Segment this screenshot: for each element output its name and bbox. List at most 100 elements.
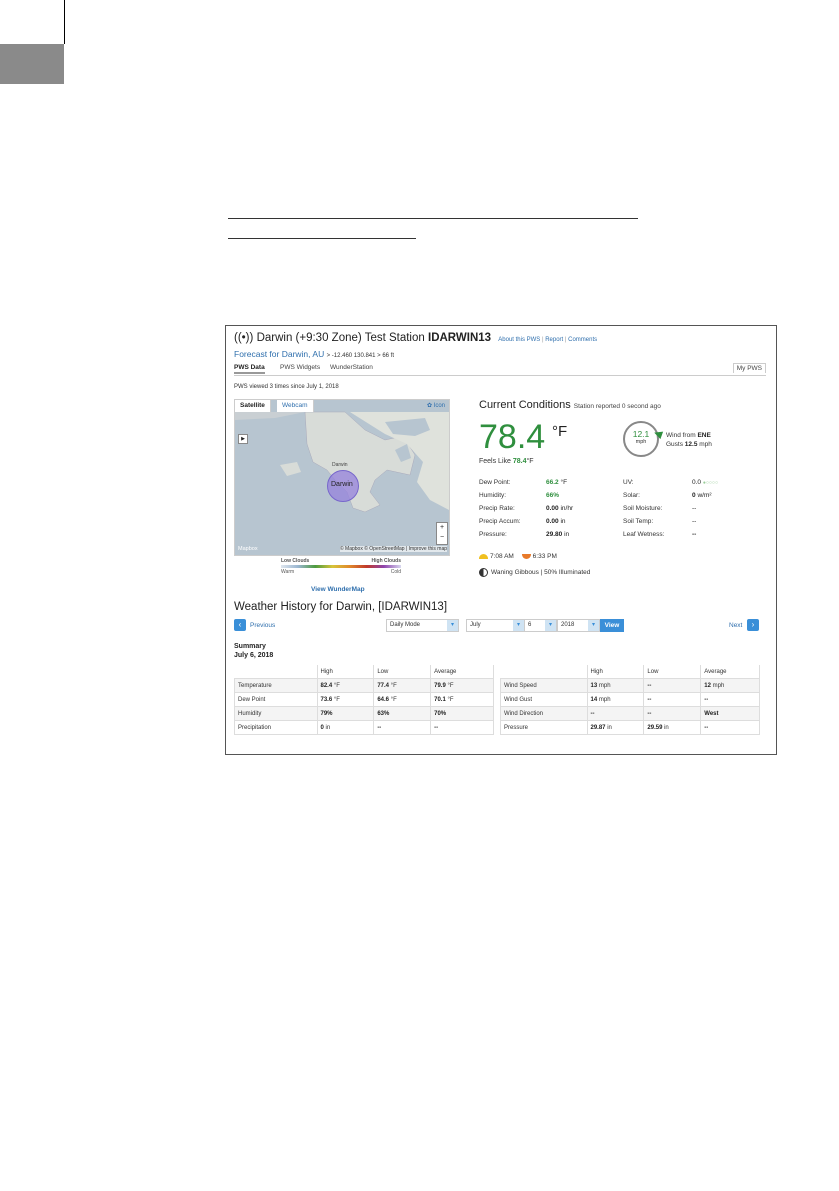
tab-wunderstation[interactable]: WunderStation	[330, 364, 373, 371]
chevron-left-icon: ‹	[238, 620, 242, 629]
stat-value-precip-accum: 0.00 in	[546, 518, 566, 525]
col-low: Low	[373, 665, 432, 679]
stat-label-precip-accum: Precip Accum:	[479, 518, 521, 525]
view-count-text: PWS viewed 3 times since July 1, 2018	[234, 384, 339, 390]
month-select[interactable]: July ▾	[466, 619, 525, 632]
stat-label-pressure: Pressure:	[479, 531, 507, 538]
summary-date: July 6, 2018	[234, 652, 274, 659]
about-pws-link[interactable]: About this PWS	[498, 337, 540, 343]
table-row: Dew Point 73.6 °F 64.6 °F 70.1 °F	[234, 692, 494, 707]
stat-value-precip-rate: 0.00 in/hr	[546, 505, 574, 512]
view-wundermap-link[interactable]: View WunderMap	[311, 586, 365, 593]
col-high: High	[586, 665, 645, 679]
station-title: ((•)) Darwin (+9:30 Zone) Test Station I…	[234, 332, 598, 344]
sunset-time: 6:33 PM	[532, 553, 557, 560]
zoom-control: + −	[436, 522, 448, 545]
map-attribution-left: Mapbox	[238, 546, 258, 552]
wind-from-label: Wind from	[666, 432, 696, 439]
table-row: Humidity 79% 63% 70%	[234, 706, 494, 721]
year-select[interactable]: 2018 ▾	[557, 619, 600, 632]
moon-phase: Waning Gibbous | 50% Illuminated	[479, 568, 590, 577]
col-low: Low	[643, 665, 702, 679]
legend-cold: Cold	[390, 569, 401, 575]
temperature-unit: °F	[552, 423, 568, 440]
moon-phase-icon	[479, 568, 488, 577]
legend-warm: Warm	[281, 569, 295, 575]
my-pws-tab[interactable]: My PWS	[732, 363, 766, 373]
sunset-icon	[521, 553, 531, 559]
stat-value-pressure: 29.80 in	[546, 531, 570, 538]
pws-screenshot: ((•)) Darwin (+9:30 Zone) Test Station I…	[225, 325, 777, 755]
map-icon-link[interactable]: ✿ Icon	[427, 402, 445, 409]
previous-button[interactable]: ‹	[234, 619, 246, 631]
zoom-out-button[interactable]: −	[437, 533, 447, 543]
pws-tabs: PWS Data PWS Widgets WunderStation My PW…	[234, 363, 766, 376]
stat-value-dew-point: 66.2 °F	[546, 479, 568, 486]
sunrise-time: 7:08 AM	[490, 553, 514, 560]
stat-label-leaf-wetness: Leaf Wetness:	[623, 531, 665, 538]
chevron-right-icon: ›	[751, 620, 755, 629]
day-select[interactable]: 6 ▾	[524, 619, 557, 632]
stat-value-humidity: 66%	[546, 492, 560, 499]
table-row: Wind Direction -- -- West	[500, 706, 760, 721]
station-id: IDARWIN13	[428, 332, 492, 344]
station-name: Darwin (+9:30 Zone) Test Station	[256, 332, 425, 344]
stat-label-dew-point: Dew Point:	[479, 479, 511, 486]
col-high: High	[316, 665, 375, 679]
stat-label-soil-temp: Soil Temp:	[623, 518, 654, 525]
current-conditions-title: Current Conditions Station reported 0 se…	[479, 399, 661, 411]
table-row: Precipitation 0 in -- --	[234, 720, 494, 735]
gusts-label: Gusts	[666, 441, 683, 448]
table-row: Pressure 29.87 in 29.59 in --	[500, 720, 760, 735]
history-table-right: High Low Average Wind Speed 13 mph -- 12…	[500, 665, 760, 735]
broadcast-icon: ((•))	[234, 332, 254, 344]
wind-gauge: 12.1 mph	[623, 421, 659, 457]
play-button[interactable]: ▶	[238, 434, 248, 444]
next-link[interactable]: Next	[729, 622, 742, 629]
blank-line-1	[228, 218, 638, 219]
chevron-down-icon: ▾	[513, 620, 524, 631]
page-tab-marker	[0, 44, 64, 84]
stat-label-uv: UV:	[623, 479, 634, 486]
station-map[interactable]: Darwin Satellite Webcam ✿ Icon ▶ Darwin …	[234, 399, 450, 556]
report-link[interactable]: Report	[545, 337, 563, 343]
zoom-in-button[interactable]: +	[437, 523, 447, 533]
sunrise-icon	[479, 553, 488, 559]
map-tab-satellite[interactable]: Satellite	[235, 400, 271, 412]
comments-link[interactable]: Comments	[568, 337, 597, 343]
station-marker-label: Darwin	[331, 481, 353, 488]
svg-text:Darwin: Darwin	[332, 462, 348, 468]
stat-value-solar: 0 w/m²	[692, 492, 712, 499]
map-attribution-right[interactable]: © Mapbox © OpenStreetMap | Improve this …	[339, 546, 447, 552]
previous-link[interactable]: Previous	[250, 622, 275, 629]
summary-heading: Summary July 6, 2018	[234, 642, 273, 660]
station-coords: > -12.460 130.841 > 66 ft	[326, 353, 394, 359]
map-tab-webcam[interactable]: Webcam	[277, 400, 314, 412]
gusts-value: 12.5	[684, 441, 698, 448]
current-temperature: 78.4	[479, 418, 546, 456]
gusts-unit: mph	[699, 441, 712, 448]
stat-label-soil-moisture: Soil Moisture:	[623, 505, 663, 512]
stat-value-leaf-wetness: --	[692, 531, 697, 538]
stat-value-soil-moisture: --	[692, 505, 697, 512]
forecast-link[interactable]: Forecast for Darwin, AU	[234, 349, 324, 359]
wind-speed: 12.1	[632, 429, 650, 439]
uv-scale-icon: ●○○○○	[702, 480, 718, 486]
crop-mark-top	[64, 0, 65, 44]
table-row: Temperature 82.4 °F 77.4 °F 79.9 °F	[234, 678, 494, 693]
blank-line-2	[228, 238, 416, 239]
history-table-left: High Low Average Temperature 82.4 °F 77.…	[234, 665, 494, 735]
view-button[interactable]: View	[600, 619, 624, 632]
feels-like-unit: °F	[526, 458, 534, 465]
tab-pws-widgets[interactable]: PWS Widgets	[280, 364, 320, 371]
mode-select[interactable]: Daily Mode ▾	[386, 619, 459, 632]
moon-phase-text: Waning Gibbous | 50% Illuminated	[491, 569, 591, 577]
sun-times: 7:08 AM 6:33 PM	[479, 553, 557, 560]
wind-summary: Wind from ENE Gusts 12.5 mph	[666, 431, 712, 449]
feels-like-value: 78.4	[512, 458, 527, 465]
tab-pws-data[interactable]: PWS Data	[234, 364, 265, 374]
next-button[interactable]: ›	[747, 619, 759, 631]
forecast-row: Forecast for Darwin, AU > -12.460 130.84…	[234, 349, 394, 359]
col-average: Average	[430, 665, 494, 679]
current-title: Current Conditions	[479, 399, 571, 411]
